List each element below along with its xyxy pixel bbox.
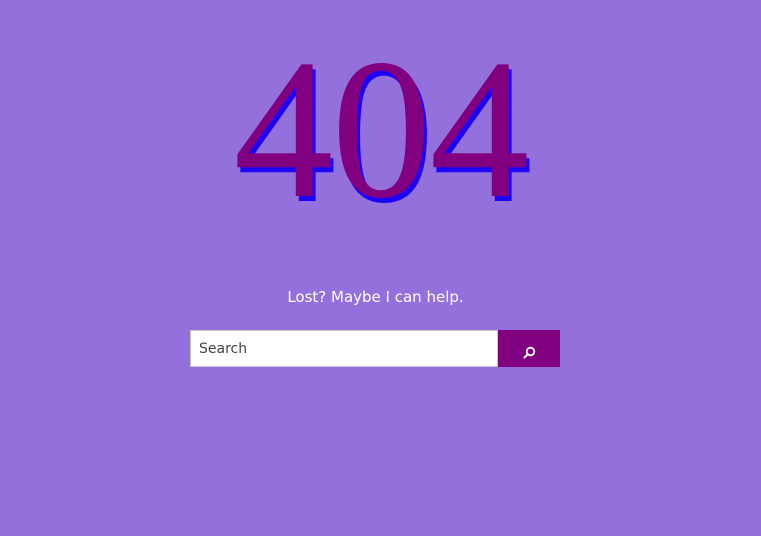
search-input[interactable]	[190, 330, 498, 367]
search-icon	[523, 338, 536, 359]
search-button[interactable]	[498, 330, 560, 367]
error-code-404: 404	[233, 19, 530, 240]
help-message: Lost? Maybe I can help.	[287, 288, 464, 306]
search-form	[190, 330, 560, 367]
